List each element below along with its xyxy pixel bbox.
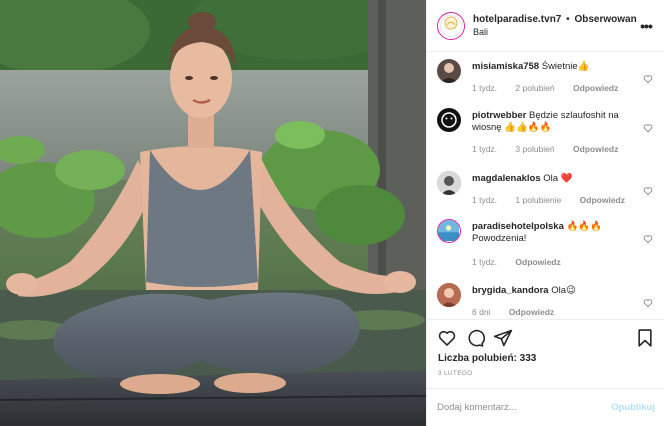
comment-text: magdalenaklos Ola ❤️ xyxy=(472,173,634,185)
header-separator: • xyxy=(566,13,570,25)
commenter-username[interactable]: piotrwebber xyxy=(472,110,526,121)
comment-content-line2: Powodzenia! xyxy=(472,233,527,244)
comment-meta: 6 dni Odpowiedz xyxy=(472,307,570,317)
follow-status-button[interactable]: Obserwowanie xyxy=(574,14,637,25)
commenter-username[interactable]: brygida_kandora xyxy=(472,285,549,296)
commenter-avatar[interactable] xyxy=(437,171,461,195)
post-date[interactable]: 3 LUTEGO xyxy=(438,370,473,377)
comment-time[interactable]: 1 tydz. xyxy=(472,257,497,267)
heart-icon[interactable] xyxy=(643,231,653,244)
bookmark-icon[interactable] xyxy=(635,328,655,348)
comment-text: misiamiska758 Świetnie👍 xyxy=(472,61,634,73)
author-username[interactable]: hotelparadise.tvn7 xyxy=(473,14,561,25)
heart-icon[interactable] xyxy=(437,328,457,348)
post-side-panel: hotelparadise.tvn7 • Obserwowanie Bali •… xyxy=(426,0,664,426)
comment-content: Ola😉 xyxy=(551,285,576,296)
reply-button[interactable]: Odpowiedz xyxy=(580,195,625,205)
heart-icon[interactable] xyxy=(643,120,653,133)
commenter-avatar[interactable] xyxy=(437,59,461,83)
post-location[interactable]: Bali xyxy=(473,26,637,39)
comment-time[interactable]: 1 tydz. xyxy=(472,144,497,154)
comment-icon[interactable] xyxy=(465,328,486,348)
more-horizontal-icon[interactable]: ••• xyxy=(637,18,655,34)
comment-meta: 1 tydz. Odpowiedz xyxy=(472,257,577,267)
action-icons-row xyxy=(437,328,655,350)
comment-text: paradisehotelpolska 🔥🔥🔥 Powodzenia! xyxy=(472,221,634,245)
hotel-logo-icon xyxy=(444,16,458,35)
commenter-username[interactable]: paradisehotelpolska xyxy=(472,221,564,232)
comment-likes[interactable]: 3 polubień xyxy=(515,144,554,154)
post-header-text: hotelparadise.tvn7 • Obserwowanie Bali xyxy=(473,13,637,39)
comment-meta: 1 tydz. 3 polubień Odpowiedz xyxy=(472,144,634,154)
reply-button[interactable]: Odpowiedz xyxy=(509,307,554,317)
comment-content: Świetnie👍 xyxy=(541,61,590,72)
comment-time[interactable]: 6 dni xyxy=(472,307,490,317)
comment-meta: 1 tydz. 2 polubień Odpowiedz xyxy=(472,83,634,93)
add-comment-input[interactable] xyxy=(437,402,612,413)
add-comment-bar: Opublikuj xyxy=(427,388,664,426)
reply-button[interactable]: Odpowiedz xyxy=(515,257,560,267)
yoga-photo-image xyxy=(0,0,426,426)
share-icon[interactable] xyxy=(493,328,513,348)
commenter-username[interactable]: magdalenaklos xyxy=(472,173,541,184)
commenter-username[interactable]: misiamiska758 xyxy=(472,61,539,72)
comment-likes[interactable]: 1 polubienie xyxy=(515,195,561,205)
commenter-avatar[interactable] xyxy=(437,283,461,307)
comments-list[interactable]: misiamiska758 Świetnie👍 1 tydz. 2 polubi… xyxy=(427,52,664,319)
comment-content: Ola ❤️ xyxy=(543,173,573,184)
heart-icon[interactable] xyxy=(643,295,653,308)
commenter-avatar[interactable] xyxy=(437,108,461,132)
likes-count[interactable]: Liczba polubień: 333 xyxy=(438,353,536,364)
post-header: hotelparadise.tvn7 • Obserwowanie Bali •… xyxy=(427,0,664,52)
heart-icon[interactable] xyxy=(643,183,653,196)
post-photo[interactable] xyxy=(0,0,426,426)
comment-content: 🔥🔥🔥 xyxy=(566,221,603,232)
reply-button[interactable]: Odpowiedz xyxy=(573,144,618,154)
heart-icon[interactable] xyxy=(643,71,653,84)
comment-time[interactable]: 1 tydz. xyxy=(472,83,497,93)
commenter-avatar[interactable] xyxy=(437,219,461,243)
comment-meta: 1 tydz. 1 polubienie Odpowiedz xyxy=(472,195,641,205)
comment-likes[interactable]: 2 polubień xyxy=(515,83,554,93)
author-avatar[interactable] xyxy=(437,11,465,40)
comment-time[interactable]: 1 tydz. xyxy=(472,195,497,205)
comment-text: brygida_kandora Ola😉 xyxy=(472,285,634,297)
publish-button[interactable]: Opublikuj xyxy=(611,402,655,413)
comment-text: piotrwebber Będzie szlaufoshit na wiosnę… xyxy=(472,110,634,134)
reply-button[interactable]: Odpowiedz xyxy=(573,83,618,93)
